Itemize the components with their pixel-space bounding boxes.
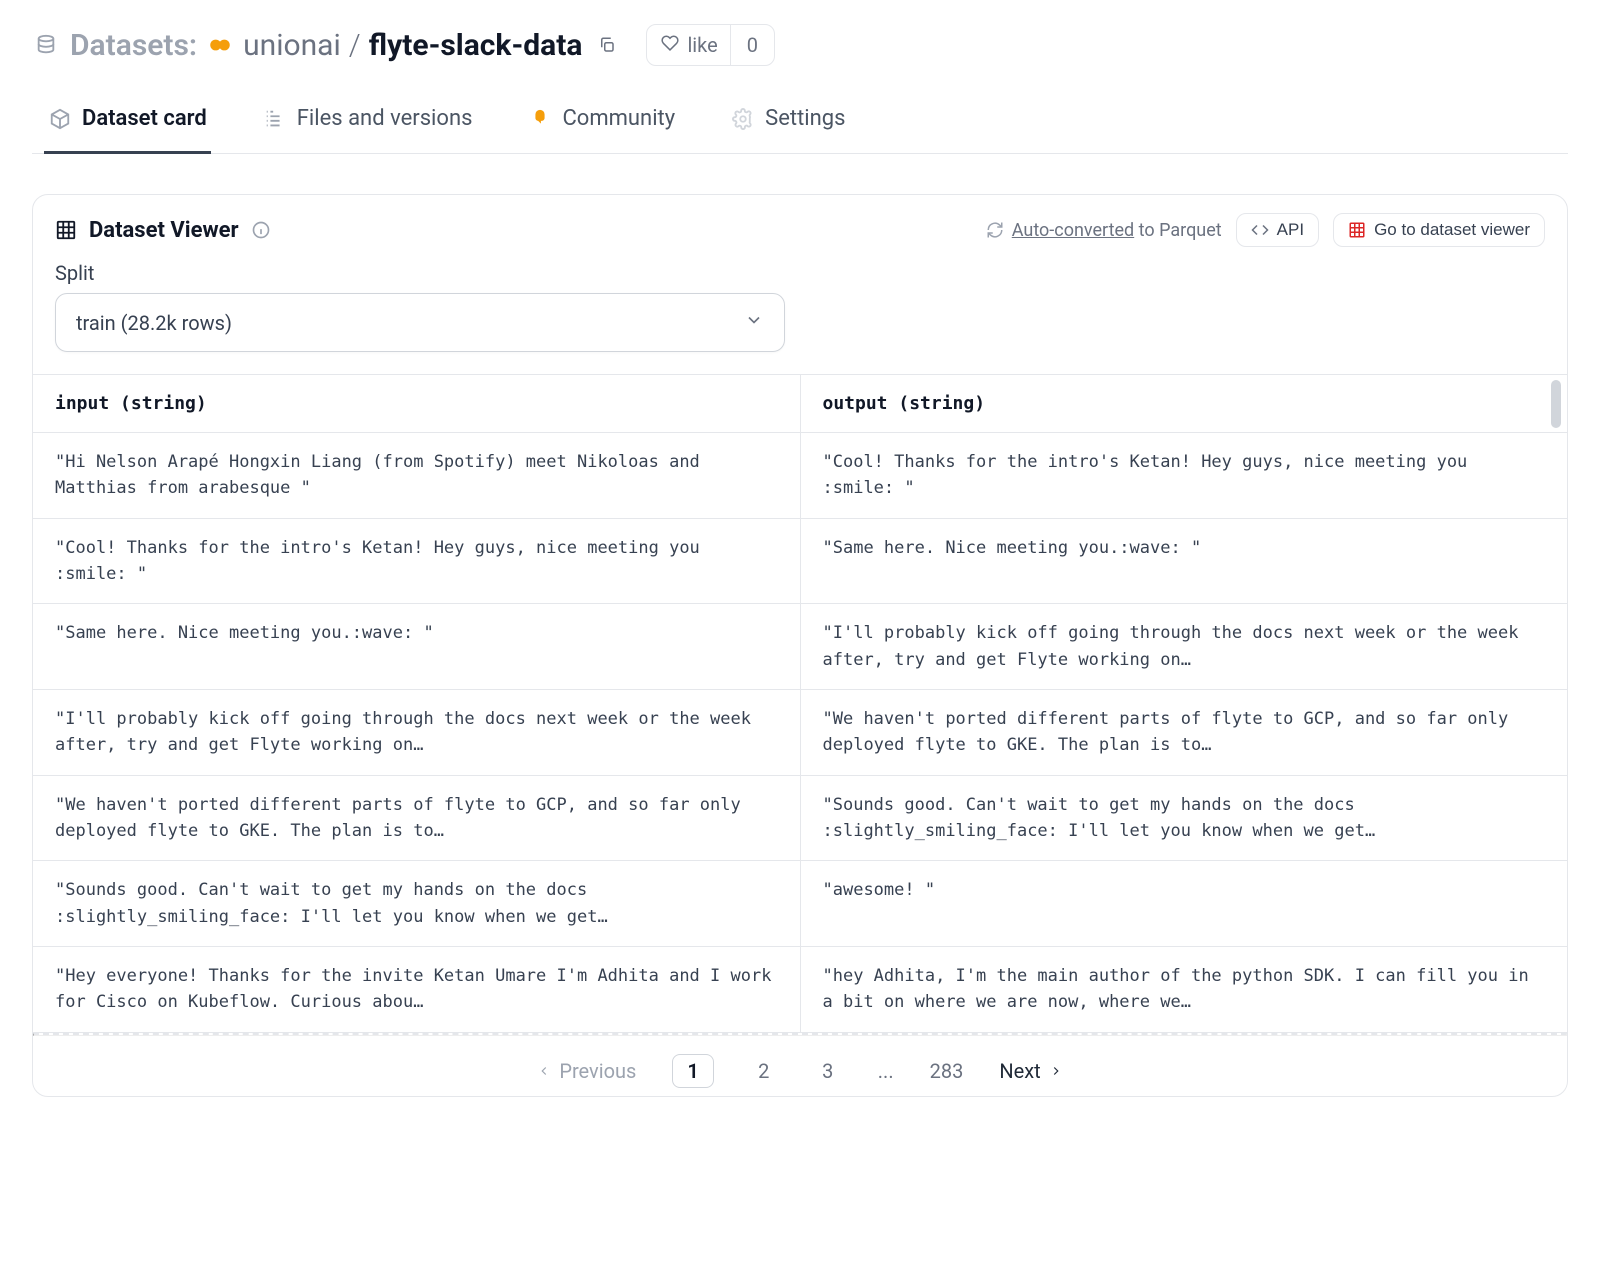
api-label: API <box>1277 220 1304 240</box>
auto-converted-link[interactable]: Auto-converted <box>1012 220 1134 241</box>
pagination: Previous 1 2 3 ... 283 Next <box>33 1036 1567 1096</box>
cell-input: "Same here. Nice meeting you.:wave: " <box>33 604 800 690</box>
cell-output: "We haven't ported different parts of fl… <box>800 690 1567 776</box>
community-icon <box>528 107 552 131</box>
tab-dataset-card[interactable]: Dataset card <box>44 106 211 153</box>
tabs: Dataset card Files and versions Communit… <box>32 106 1568 154</box>
cell-output: "Sounds good. Can't wait to get my hands… <box>800 775 1567 861</box>
copy-icon[interactable] <box>596 34 618 56</box>
breadcrumb: Datasets: unionai / flyte-slack-data lik… <box>32 24 1568 66</box>
page-last[interactable]: 283 <box>930 1059 964 1083</box>
cell-input: "Hi Nelson Arapé Hongxin Liang (from Spo… <box>33 433 800 519</box>
tab-label: Community <box>562 106 675 131</box>
data-table: input (string) output (string) "Hi Nelso… <box>33 374 1567 1033</box>
breadcrumb-sep: / <box>349 28 361 63</box>
cell-input: "Hey everyone! Thanks for the invite Ket… <box>33 947 800 1033</box>
cell-input: "I'll probably kick off going through th… <box>33 690 800 776</box>
cell-input: "Sounds good. Can't wait to get my hands… <box>33 861 800 947</box>
dataset-viewer-card: Dataset Viewer Auto-converted to Parquet <box>32 194 1568 1097</box>
files-icon <box>263 107 287 131</box>
table-divider <box>33 1033 1567 1036</box>
table-row[interactable]: "I'll probably kick off going through th… <box>33 690 1567 776</box>
like-button[interactable]: like 0 <box>646 24 775 66</box>
page-2[interactable]: 2 <box>750 1059 778 1083</box>
split-value: train (28.2k rows) <box>76 311 232 335</box>
tab-files[interactable]: Files and versions <box>259 106 477 153</box>
grid-icon <box>55 219 77 241</box>
table-row[interactable]: "Same here. Nice meeting you.:wave: ""I'… <box>33 604 1567 690</box>
cube-icon <box>48 107 72 131</box>
split-select[interactable]: train (28.2k rows) <box>55 293 785 352</box>
tab-label: Dataset card <box>82 106 207 131</box>
tab-community[interactable]: Community <box>524 106 679 153</box>
viewer-title: Dataset Viewer <box>89 218 239 243</box>
cell-output: "I'll probably kick off going through th… <box>800 604 1567 690</box>
goto-viewer-button[interactable]: Go to dataset viewer <box>1333 213 1545 247</box>
scrollbar[interactable] <box>1551 380 1561 428</box>
breadcrumb-label: Datasets: <box>70 28 197 63</box>
cell-output: "hey Adhita, I'm the main author of the … <box>800 947 1567 1033</box>
next-label: Next <box>999 1059 1040 1083</box>
tab-settings[interactable]: Settings <box>727 106 849 153</box>
like-text: like <box>685 25 729 65</box>
page-3[interactable]: 3 <box>814 1059 842 1083</box>
page-ellipsis: ... <box>878 1059 894 1083</box>
cell-output: "awesome! " <box>800 861 1567 947</box>
api-button[interactable]: API <box>1236 213 1319 247</box>
page-1[interactable]: 1 <box>672 1054 713 1088</box>
goto-viewer-label: Go to dataset viewer <box>1374 220 1530 240</box>
info-icon[interactable] <box>251 220 271 240</box>
code-icon <box>1251 221 1269 239</box>
split-label: Split <box>55 261 1545 285</box>
cell-output: "Same here. Nice meeting you.:wave: " <box>800 518 1567 604</box>
grid-red-icon <box>1348 221 1366 239</box>
cell-output: "Cool! Thanks for the intro's Ketan! Hey… <box>800 433 1567 519</box>
heart-icon <box>647 25 685 65</box>
database-icon <box>32 31 60 59</box>
gear-icon <box>731 107 755 131</box>
tab-label: Files and versions <box>297 106 473 131</box>
table-row[interactable]: "We haven't ported different parts of fl… <box>33 775 1567 861</box>
breadcrumb-org[interactable]: unionai <box>243 28 341 63</box>
next-button[interactable]: Next <box>999 1059 1062 1083</box>
prev-button[interactable]: Previous <box>537 1059 636 1083</box>
tab-label: Settings <box>765 106 845 131</box>
table-row[interactable]: "Hi Nelson Arapé Hongxin Liang (from Spo… <box>33 433 1567 519</box>
prev-label: Previous <box>559 1059 636 1083</box>
auto-converted: Auto-converted to Parquet <box>986 220 1222 241</box>
table-row[interactable]: "Sounds good. Can't wait to get my hands… <box>33 861 1567 947</box>
breadcrumb-name[interactable]: flyte-slack-data <box>369 28 583 63</box>
table-row[interactable]: "Hey everyone! Thanks for the invite Ket… <box>33 947 1567 1033</box>
column-header-input[interactable]: input (string) <box>33 375 800 433</box>
column-header-output[interactable]: output (string) <box>800 375 1567 433</box>
like-count: 0 <box>730 25 774 65</box>
cell-input: "Cool! Thanks for the intro's Ketan! Hey… <box>33 518 800 604</box>
cell-input: "We haven't ported different parts of fl… <box>33 775 800 861</box>
table-row[interactable]: "Cool! Thanks for the intro's Ketan! Hey… <box>33 518 1567 604</box>
to-parquet: to Parquet <box>1134 220 1221 241</box>
org-icon <box>207 32 233 58</box>
chevron-down-icon <box>744 310 764 335</box>
